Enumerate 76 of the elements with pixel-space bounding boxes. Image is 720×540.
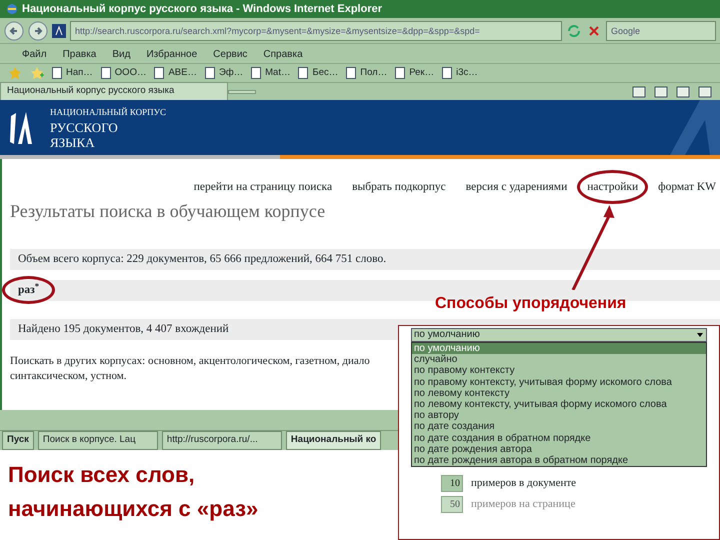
sort-option[interactable]: по левому контексту	[412, 388, 706, 400]
corpus-link[interactable]: синтаксическом	[10, 370, 85, 382]
highlight-ring	[577, 170, 648, 204]
corpus-link[interactable]: устном	[90, 370, 124, 382]
page-icon	[204, 67, 215, 79]
forward-icon[interactable]	[28, 20, 48, 40]
taskbar-button[interactable]: http://ruscorpora.ru/...	[162, 431, 282, 450]
page-icon	[298, 67, 308, 79]
dropdown-arrow-icon	[696, 331, 704, 339]
menu-item[interactable]: Справка	[263, 47, 303, 60]
nav-link[interactable]: версия с ударениями	[466, 179, 568, 195]
taskbar-button[interactable]: Национальный ко	[286, 431, 382, 450]
browser-icon	[6, 3, 18, 15]
corpus-link[interactable]: газетном	[295, 355, 337, 367]
sort-option[interactable]: по левому контексту, учитывая форму искомого слова	[412, 399, 706, 410]
menu-item[interactable]: Файл	[22, 47, 47, 60]
favorite-link[interactable]: ООО…	[100, 66, 146, 80]
page-icon	[251, 67, 262, 79]
sort-option[interactable]: по дате создания в обратном порядке	[412, 432, 706, 444]
sort-option[interactable]: по автору	[412, 410, 706, 422]
browser-tab[interactable]: Национальный корпус русского языка	[0, 82, 228, 101]
logo-text: НАЦИОНАЛЬНЫЙ КОРПУС	[50, 106, 166, 119]
favorite-link[interactable]: i3c…	[442, 66, 478, 80]
nav-link[interactable]: перейти на страницу поиска	[194, 179, 332, 195]
favorite-link[interactable]: Пол…	[346, 66, 388, 80]
logo-text: ЯЗЫКА	[50, 135, 96, 150]
number-field[interactable]: 10	[441, 475, 463, 492]
favorite-link[interactable]: Бес…	[298, 66, 338, 80]
corpus-stats: Объем всего корпуса: 229 документов, 65 666 предложений, 664 751 слово.	[10, 249, 720, 270]
setting-label: примеров в документе	[471, 476, 576, 492]
taskbar-button[interactable]: Поиск в корпусе. Lац	[38, 431, 158, 450]
query-text: раз$^{*}$	[18, 284, 40, 296]
sort-option[interactable]: по правому контексту, учитывая форму искомого слова	[412, 376, 706, 388]
corpus-link[interactable]: диало	[342, 355, 370, 367]
corpus-link[interactable]: основном	[148, 355, 194, 367]
page-icon	[442, 67, 452, 79]
page-heading: Результаты поиска в обучающем корпусе	[10, 200, 326, 223]
menu-item[interactable]: Правка	[62, 47, 96, 60]
logo-text: РУССКОГО	[50, 120, 119, 135]
callout-text: Способы упорядочения	[435, 294, 626, 314]
caption-text: Поиск всех слов,	[8, 461, 195, 489]
window-title: Национальный корпус русского языка - Windows Internet Explorer	[22, 2, 382, 17]
sort-option[interactable]: случайно	[412, 354, 706, 366]
sort-option[interactable]: по умолчанию	[412, 343, 706, 354]
site-icon	[52, 24, 66, 38]
page-icon	[100, 67, 111, 79]
menu-item[interactable]: Избранное	[146, 47, 198, 60]
sort-option[interactable]: по дате рождения автора в обратном порядке	[412, 455, 706, 466]
sort-select[interactable]: по умолчанию	[411, 328, 707, 342]
caption-text: начинающихся с «раз»	[8, 495, 258, 523]
page-icon	[346, 67, 356, 79]
favorite-link[interactable]: Эф…	[204, 66, 244, 80]
favorite-link[interactable]: ABE…	[154, 66, 197, 80]
corpus-link[interactable]: акцентологическом	[198, 355, 290, 367]
sort-option[interactable]: по дате создания	[412, 421, 706, 433]
setting-label: примеров на странице	[471, 497, 576, 512]
nav-link[interactable]: выбрать подкорпус	[352, 179, 446, 195]
nav-link[interactable]: настройки	[587, 179, 638, 195]
search-field[interactable]: Google	[606, 20, 716, 40]
page-icon	[52, 67, 62, 79]
page-icon	[395, 67, 406, 79]
sort-option[interactable]: по правому контексту	[412, 365, 706, 377]
highlight-ring	[2, 276, 56, 304]
page-icon	[154, 67, 164, 79]
favorite-link[interactable]: Mat…	[251, 66, 290, 80]
menu-item[interactable]: Вид	[112, 47, 130, 60]
menu-item[interactable]: Сервис	[213, 47, 248, 60]
favorite-link[interactable]: Нап…	[52, 66, 93, 80]
nav-link[interactable]: формат KW	[658, 179, 716, 195]
start-button[interactable]: Пуск	[2, 431, 34, 450]
favorite-link[interactable]: Рек…	[395, 66, 434, 80]
address-field[interactable]: http://search.ruscorpora.ru/search.xml?mycorp=&mysent=&mysize=&mysentsize=&dpp=&spp=&spd=	[70, 20, 562, 40]
back-icon[interactable]	[4, 20, 24, 40]
sort-option[interactable]: по дате рождения автора	[412, 444, 706, 456]
page-icon[interactable]	[676, 86, 690, 98]
star-icon[interactable]	[8, 66, 22, 80]
